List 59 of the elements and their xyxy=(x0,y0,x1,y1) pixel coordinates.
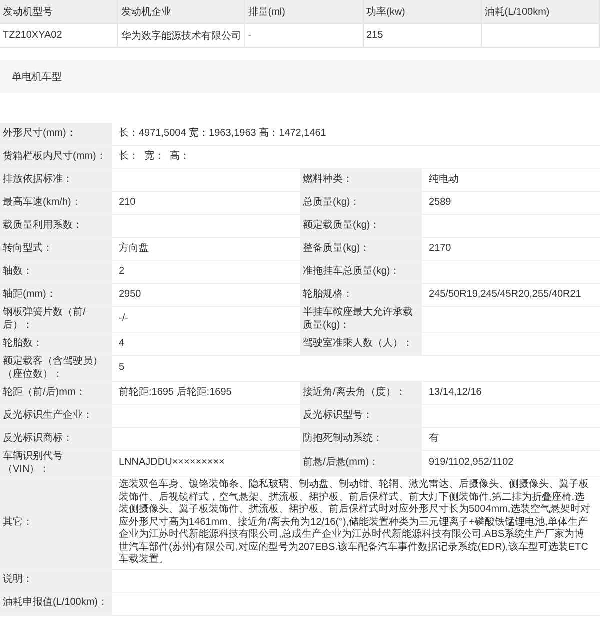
field-label: 额定载质量(kg)： xyxy=(303,220,380,232)
field-value: 纯电动 xyxy=(429,174,459,186)
field-value: 210 xyxy=(119,196,136,210)
field-label: 反光标识型号： xyxy=(303,410,373,422)
field-value: 919/1102,952/1102 xyxy=(429,457,514,470)
field-value: 5 xyxy=(119,362,125,375)
field-value: 选装双色车身、镀铬装饰条、隐私玻璃、制动盘、制动钳、轮辋、激光雷达、后摄像头、侧摄像头、翼子板装饰件、后视镜样式，空气悬架、扰流板、裙护板、前后保样式、前大灯下侧装饰件,第二排为折叠座椅.选装侧摄像头、翼子板装饰件、扰流板、裙护板、前后保样式时对应外形尺寸长为5004mm,选装空气悬架时对应外形尺寸高为1461mm、接近角/离去角为12/16(°),储能装置种类为三元锂离子+磷酸铁锰锂电池,单体生产企业为江苏时代新能源科技有限公司,总成生产企业为江苏时代新能源科技有限公司.ABS系统生产厂家为博世汽车部件(苏州)有限公司,对应的型号为207EBS.该车配备汽车事件数据记录系统(EDR),该车型可选装ETC车载装置。 xyxy=(119,479,592,566)
field-value: 2 xyxy=(119,266,125,278)
field-label: 油耗申报值(L/100km)： xyxy=(3,597,108,610)
field-label: 轮距（前/后)mm： xyxy=(3,386,86,400)
table-cell-text: 华为数字能源技术有限公司 xyxy=(121,30,242,42)
section-title: 单电机车型 xyxy=(0,60,600,93)
field-label: 货箱栏板内尺寸(mm)： xyxy=(3,150,106,164)
field-label: 接近角/离去角（度）： xyxy=(303,386,406,400)
field-value: 2950 xyxy=(119,288,142,302)
field-label: 其它： xyxy=(3,516,33,529)
field-value: 2589 xyxy=(429,196,452,210)
field-label: 前悬/后悬(mm)： xyxy=(303,457,380,470)
field-label: 最高车速(km/h)： xyxy=(3,196,82,210)
column-header: 发动机型号 xyxy=(0,0,118,24)
field-label: 防抱死制动系统： xyxy=(303,432,383,446)
field-value: LNNAJDDU××××××××× xyxy=(119,457,225,470)
field-label: 总质量(kg)： xyxy=(303,196,360,210)
field-label: 准拖挂车总质量(kg)： xyxy=(303,266,400,278)
field-label: 反光标识商标： xyxy=(3,432,73,446)
field-label: 轮胎数： xyxy=(3,338,43,350)
field-label: 转向型式： xyxy=(3,242,53,256)
field-value: 方向盘 xyxy=(119,242,149,256)
field-label: 额定载客（含驾驶员）（座位数）： xyxy=(3,356,104,381)
field-value: -/- xyxy=(119,313,128,326)
field-label: 驾驶室准乘人数（人）： xyxy=(303,338,413,350)
field-value: 有 xyxy=(429,432,439,446)
field-value: 长： 宽： 高： xyxy=(119,150,190,164)
field-label: 半挂车鞍座最大允许承载质量(kg)： xyxy=(303,307,414,332)
field-value: 4 xyxy=(119,338,125,350)
field-label: 轴数： xyxy=(3,266,33,278)
field-value: 13/14,12/16 xyxy=(429,386,482,400)
field-label: 排放依据标准： xyxy=(3,174,73,186)
field-value: 245/50R19,245/45R20,255/40R21 xyxy=(429,288,582,302)
field-label: 燃料种类： xyxy=(303,174,353,186)
field-label: 说明： xyxy=(3,574,33,587)
field-value: 前轮距:1695 后轮距:1695 xyxy=(119,386,232,400)
field-label: 钢板弹簧片数（前/后）： xyxy=(3,307,87,332)
field-label: 外形尺寸(mm)： xyxy=(3,128,76,140)
field-label: 车辆识别代号（VIN）： xyxy=(3,451,64,476)
field-label: 反光标识生产企业： xyxy=(3,410,93,422)
column-header: 油耗(L/100km) xyxy=(482,0,600,24)
field-label: 载质量利用系数： xyxy=(3,220,83,232)
table-cell: 215 xyxy=(366,30,384,41)
field-label: 整备质量(kg)： xyxy=(303,242,370,256)
field-label: 轮胎规格： xyxy=(303,288,353,302)
field-value: 长：4971,5004 宽：1963,1963 高：1472,1461 xyxy=(119,128,326,140)
column-header: 功率(kw) xyxy=(364,0,482,24)
column-header: 排量(ml) xyxy=(245,0,364,24)
column-header: 发动机企业 xyxy=(118,0,246,24)
field-label: 轴距(mm)： xyxy=(3,288,56,302)
field-value: 2170 xyxy=(429,242,452,256)
table-cell: TZ210XYA02 xyxy=(3,30,62,41)
table-cell: - xyxy=(248,30,252,41)
